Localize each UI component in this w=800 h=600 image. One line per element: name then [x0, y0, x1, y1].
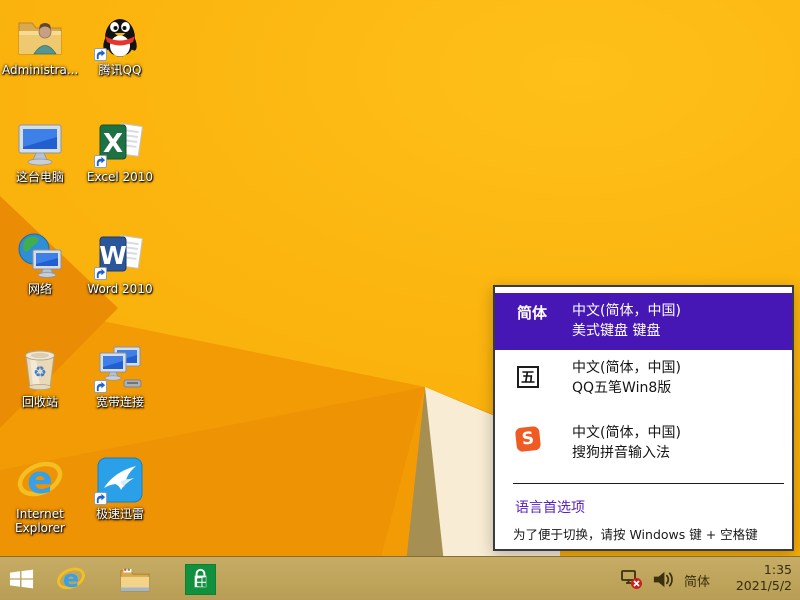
desktop-icon-qq[interactable]: 腾讯QQ	[82, 12, 158, 77]
desktop-icon-label: 回收站	[2, 395, 78, 409]
internet-explorer-icon: e	[16, 456, 64, 504]
sogou-icon: S	[515, 426, 541, 452]
desktop-icon-thunder[interactable]: 极速迅雷	[82, 456, 158, 521]
excel-icon: X	[96, 119, 144, 167]
language-item-wubi[interactable]: 五 中文(简体，中国) QQ五笔Win8版	[495, 358, 792, 416]
desktop-icon-internet-explorer[interactable]: e Internet Explorer	[2, 456, 78, 535]
tray-input-language[interactable]: 简体	[684, 571, 710, 590]
shortcut-arrow-icon	[94, 267, 107, 280]
desktop-icon-label: Administra...	[2, 63, 78, 77]
desktop-icon-word[interactable]: W Word 2010	[82, 231, 158, 296]
desktop-icon-excel[interactable]: X Excel 2010	[82, 119, 158, 184]
desktop-icon-this-pc[interactable]: 这台电脑	[2, 119, 78, 184]
desktop-icon-broadband[interactable]: 宽带连接	[82, 344, 158, 409]
language-badge: 简体	[517, 302, 547, 323]
desktop-icon-label: 宽带连接	[82, 395, 158, 409]
tray-clock[interactable]: 1:35 2021/5/2	[736, 562, 792, 594]
language-switcher-popup: 简体 中文(简体，中国) 美式键盘 键盘 五 中文(简体，中国) QQ五笔Win…	[493, 285, 794, 551]
keyboard-layout: 美式键盘 键盘	[572, 321, 681, 341]
shortcut-arrow-icon	[94, 492, 107, 505]
language-name: 中文(简体，中国)	[572, 301, 681, 321]
taskbar: e	[0, 556, 800, 600]
desktop-icon-label: 这台电脑	[2, 170, 78, 184]
desktop-icon-label: Excel 2010	[82, 170, 158, 184]
taskbar-ie-button[interactable]: e	[54, 562, 88, 596]
thunder-bird-icon	[96, 456, 144, 504]
word-icon: W	[96, 231, 144, 279]
desktop-icon-label: 极速迅雷	[82, 507, 158, 521]
broadband-connection-icon	[96, 344, 144, 392]
tray-date: 2021/5/2	[736, 578, 792, 594]
switch-hint-text: 为了便于切换，请按 Windows 键 + 空格键	[513, 524, 758, 543]
language-name: 中文(简体，中国)	[572, 358, 681, 378]
desktop-icon-label: Word 2010	[82, 282, 158, 296]
wubi-icon: 五	[517, 366, 539, 388]
desktop-icon-network[interactable]: 网络	[2, 231, 78, 296]
desktop-icon-label: Internet Explorer	[2, 507, 78, 535]
shortcut-arrow-icon	[94, 155, 107, 168]
language-name: 中文(简体，中国)	[572, 423, 681, 443]
tray-network-button[interactable]	[618, 562, 646, 596]
this-pc-icon	[16, 119, 64, 167]
svg-text:W: W	[99, 241, 127, 270]
ime-name: QQ五笔Win8版	[572, 378, 681, 398]
divider	[513, 483, 784, 484]
shortcut-arrow-icon	[94, 380, 107, 393]
desktop-screen: Administra... 腾讯QQ	[0, 0, 800, 600]
desktop-icon-recycle-bin[interactable]: ♻ 回收站	[2, 344, 78, 409]
taskbar-file-explorer-button[interactable]	[118, 562, 152, 596]
taskbar-store-button[interactable]	[183, 562, 217, 596]
recycle-bin-icon: ♻	[16, 344, 64, 392]
tray-volume-button[interactable]	[648, 562, 676, 596]
file-explorer-icon	[120, 566, 150, 593]
network-globe-icon	[16, 231, 64, 279]
network-disconnected-icon	[620, 567, 644, 591]
desktop-icon-administrator[interactable]: Administra...	[2, 12, 78, 77]
desktop-icon-label: 网络	[2, 282, 78, 296]
windows-store-icon	[185, 564, 216, 595]
language-item-active[interactable]: 简体 中文(简体，中国) 美式键盘 键盘	[495, 293, 792, 350]
desktop-icon-label: 腾讯QQ	[82, 63, 158, 77]
svg-text:e: e	[63, 565, 79, 593]
language-preferences-link[interactable]: 语言首选项	[515, 497, 585, 517]
svg-text:e: e	[27, 458, 53, 502]
language-item-sogou[interactable]: S 中文(简体，中国) 搜狗拼音输入法	[495, 423, 792, 481]
start-icon	[9, 569, 34, 589]
shortcut-arrow-icon	[94, 48, 107, 61]
qq-penguin-icon	[96, 12, 144, 60]
start-button[interactable]	[4, 562, 38, 596]
ime-name: 搜狗拼音输入法	[572, 443, 681, 463]
speaker-icon	[651, 568, 674, 591]
tray-time: 1:35	[736, 562, 792, 578]
svg-text:♻: ♻	[33, 363, 46, 381]
user-folder-icon	[16, 12, 64, 60]
internet-explorer-icon: e	[56, 564, 86, 594]
